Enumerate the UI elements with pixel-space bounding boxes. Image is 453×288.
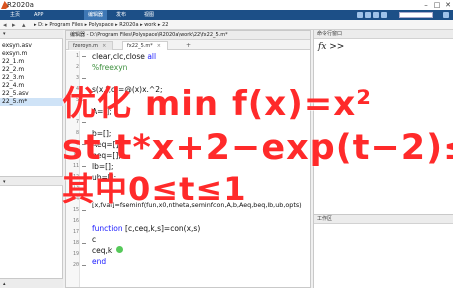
file-item[interactable]: exsyn.asv: [0, 42, 63, 50]
line-number: 3: [75, 75, 79, 81]
tab-file-active[interactable]: fx22_5.m* ×: [122, 41, 168, 50]
file-item[interactable]: 22_1.m: [0, 58, 63, 66]
maximize-icon[interactable]: □: [432, 0, 442, 10]
current-folder-panel: ▾ exsyn.asv exsyn.m 22_1.m 22_2.m 22_3.m…: [0, 30, 63, 288]
code-keyword: function: [92, 224, 126, 233]
line-marker: [82, 210, 86, 211]
tab-file-label: fx22_5.m*: [127, 43, 153, 49]
minimize-icon[interactable]: –: [421, 0, 431, 10]
line-marker: [82, 78, 86, 79]
code-keyword: all: [147, 52, 157, 61]
forward-icon[interactable]: ▸: [12, 20, 16, 30]
line-number: 19: [72, 251, 79, 257]
current-folder-header: ▾: [0, 30, 63, 39]
editor-title: 编辑器 - D:\Program Files\Polyspace\R2020a\…: [66, 31, 310, 40]
tab-view[interactable]: 视图: [140, 10, 158, 20]
close-tab-icon[interactable]: ×: [157, 43, 161, 49]
overlay-objective: 优化 min f(x)=x²: [62, 84, 373, 124]
editor-tab-bar: fzeroyn.m × fx22_5.m* × +: [66, 40, 310, 50]
close-icon[interactable]: ✕: [443, 0, 453, 10]
line-number: 20: [72, 262, 79, 268]
command-prompt[interactable]: fx >>: [318, 41, 344, 53]
cut-icon[interactable]: [365, 12, 371, 18]
file-item[interactable]: 22_5.asv: [0, 90, 63, 98]
line-number: 18: [72, 240, 79, 246]
matlab-window: R2020a – □ ✕ 主页 APP 编辑器 发布 视图 ◂ ▸ ▴ ▸ D:…: [0, 0, 453, 288]
file-item[interactable]: exsyn.m: [0, 50, 63, 58]
workspace-header: 工作区: [314, 215, 453, 224]
tab-publish[interactable]: 发布: [112, 10, 130, 20]
details-pane: [2, 192, 60, 278]
close-tab-icon[interactable]: ×: [102, 43, 106, 49]
line-marker: [82, 243, 86, 244]
code-line[interactable]: function [c,ceq,k,s]=con(x,s): [92, 223, 200, 234]
tab-file-label: fzeroyn.m: [73, 43, 99, 49]
line-number: 16: [72, 218, 79, 224]
search-documentation-input[interactable]: [399, 12, 433, 18]
overlay-constraint: st t*x+2−exp(t−2)≤0: [62, 128, 453, 168]
cursor-highlight-icon: [116, 246, 123, 253]
line-number: 2: [75, 64, 79, 70]
ribbon-tab-bar: 主页 APP 编辑器 发布 视图: [0, 10, 453, 20]
file-item-selected[interactable]: 22_5.m*: [0, 98, 63, 106]
line-number: 17: [72, 229, 79, 235]
code-text: [c,ceq,k,s]=con(x,s): [125, 224, 201, 233]
code-keyword-end[interactable]: end: [92, 256, 106, 267]
line-marker: [82, 56, 86, 57]
line-number: 1: [75, 53, 79, 59]
address-bar: ◂ ▸ ▴ ▸ D: ▸ Program Files ▸ Polyspace ▸…: [0, 20, 453, 30]
tab-editor[interactable]: 编辑器: [84, 10, 108, 20]
add-tab-icon[interactable]: +: [186, 41, 191, 50]
code-line[interactable]: c: [92, 234, 96, 245]
tab-home[interactable]: 主页: [6, 10, 24, 20]
left-status-bar: ▴: [0, 278, 63, 288]
title-bar: R2020a – □ ✕: [0, 0, 453, 10]
tab-apps[interactable]: APP: [30, 10, 47, 20]
window-title: R2020a: [7, 1, 34, 9]
command-window-header: 命令行窗口: [314, 30, 453, 39]
help-icon[interactable]: [443, 12, 449, 18]
copy-icon[interactable]: [373, 12, 379, 18]
overlay-range: 其中0≤t≤1: [62, 170, 247, 208]
code-line[interactable]: clear,clc,close all: [92, 51, 156, 62]
folder-up-icon[interactable]: ▴: [22, 20, 26, 30]
back-icon[interactable]: ◂: [3, 20, 7, 30]
quick-access-toolbar: [353, 10, 453, 20]
file-item[interactable]: 22_2.m: [0, 66, 63, 74]
undo-icon[interactable]: [381, 12, 387, 18]
breadcrumb[interactable]: ▸ D: ▸ Program Files ▸ Polyspace ▸ R2020…: [34, 20, 168, 30]
code-comment[interactable]: %freexyn: [92, 62, 127, 73]
tab-file[interactable]: fzeroyn.m ×: [68, 41, 114, 50]
code-line[interactable]: ceq,k: [92, 245, 112, 256]
code-text: clear,clc,close: [92, 52, 148, 61]
file-item[interactable]: 22_3.m: [0, 74, 63, 82]
save-icon[interactable]: [357, 12, 363, 18]
details-header[interactable]: ▾: [0, 176, 63, 186]
line-marker: [82, 265, 86, 266]
file-item[interactable]: 22_4.m: [0, 82, 63, 90]
